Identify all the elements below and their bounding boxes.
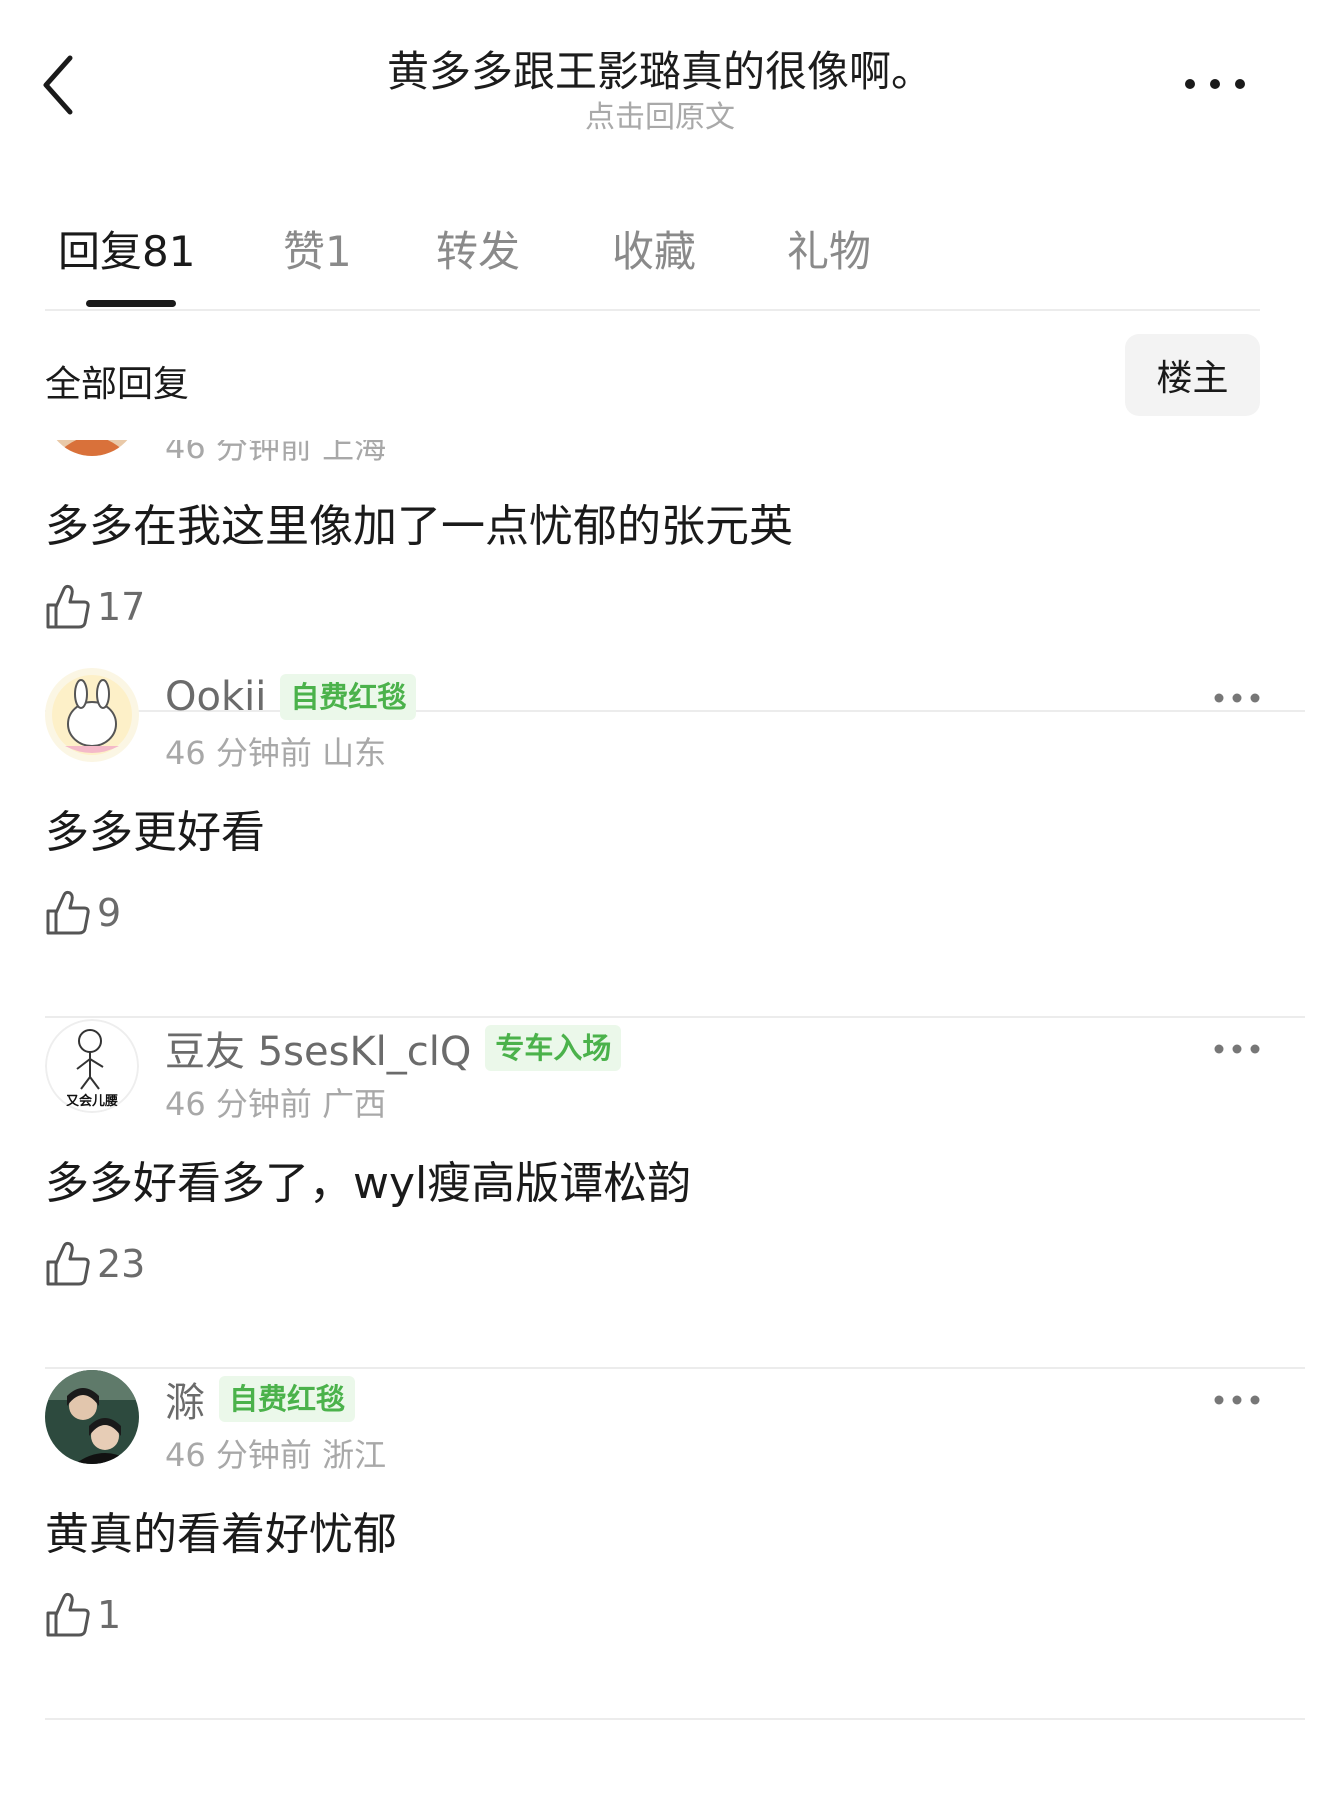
- like-button[interactable]: 17: [45, 582, 145, 632]
- like-button[interactable]: 9: [45, 888, 121, 938]
- comment-meta: 46 分钟前 浙江: [165, 1436, 387, 1474]
- comment-meta: 46 分钟前 广西: [165, 1085, 387, 1123]
- like-button[interactable]: 1: [45, 1590, 121, 1640]
- back-to-original-link[interactable]: 点击回原文: [400, 92, 920, 136]
- avatar-caption: 又会儿腰: [65, 1093, 118, 1109]
- like-count: 1: [97, 1593, 122, 1637]
- username[interactable]: 豆友 5sesKl_clQ: [165, 1019, 471, 1077]
- comment-text: 多多更好看: [45, 807, 265, 858]
- more-options-icon[interactable]: [1180, 64, 1250, 104]
- comment-item: 滁 自费红毯 46 分钟前 浙江 黄真的看着好忧郁 1: [0, 1370, 1320, 1723]
- user-badge: 专车入场: [485, 1025, 622, 1071]
- tab-bar: 回复81 赞1 转发 收藏 礼物: [0, 200, 1320, 308]
- tabs-divider: [45, 309, 1260, 311]
- user-avatar[interactable]: [45, 1370, 139, 1464]
- comment-divider: [45, 1367, 1305, 1369]
- tab-favorites[interactable]: 收藏: [612, 218, 696, 279]
- name-row: 滁 自费红毯: [165, 1370, 356, 1428]
- tab-replies[interactable]: 回复81: [58, 218, 195, 279]
- thumbs-up-icon: [46, 890, 90, 935]
- comment-item: 又会儿腰 豆友 5sesKl_clQ 专车入场 46 分钟前 广西 多多好看多了…: [0, 1019, 1320, 1372]
- comment-more-icon[interactable]: [1212, 1390, 1262, 1410]
- username[interactable]: 滁: [165, 1370, 205, 1428]
- post-title: 黄多多跟王影璐真的很像啊。: [386, 47, 933, 96]
- thumbs-up-icon: [46, 1592, 90, 1637]
- comment-item: Ookii 自费红毯 46 分钟前 山东 多多更好看 9: [0, 668, 1320, 1021]
- comment-meta: 46 分钟前 上海: [165, 440, 387, 466]
- active-tab-indicator: [86, 300, 176, 307]
- name-row: Ookii 自费红毯: [165, 670, 417, 724]
- nav-header: 黄多多跟王影璐真的很像啊。 点击回原文: [0, 0, 1320, 160]
- comment-divider: [45, 1016, 1305, 1018]
- thumbs-up-icon: [46, 1241, 90, 1286]
- user-avatar[interactable]: [45, 668, 139, 762]
- tab-gifts[interactable]: 礼物: [787, 218, 871, 279]
- user-badge: 自费红毯: [280, 674, 417, 720]
- tab-likes[interactable]: 赞1: [283, 218, 352, 279]
- like-count: 23: [97, 1242, 146, 1286]
- name-row: 豆友 5sesKl_clQ 专车入场: [165, 1019, 622, 1077]
- back-icon[interactable]: [40, 50, 90, 120]
- comment-text: 黄真的看着好忧郁: [45, 1509, 397, 1560]
- comment-text: 多多好看多了，wyl瘦高版谭松韵: [45, 1158, 692, 1209]
- like-button[interactable]: 23: [45, 1239, 145, 1289]
- like-count: 17: [97, 585, 146, 629]
- op-filter-button[interactable]: 楼主: [1125, 334, 1260, 416]
- user-badge: 自费红毯: [219, 1376, 356, 1422]
- user-avatar[interactable]: 又会儿腰: [45, 1019, 139, 1113]
- user-avatar[interactable]: [45, 440, 139, 456]
- username[interactable]: Ookii: [165, 674, 266, 720]
- tab-reposts[interactable]: 转发: [436, 218, 520, 279]
- thumbs-up-icon: [46, 584, 90, 629]
- like-count: 9: [97, 891, 122, 935]
- comment-more-icon[interactable]: [1212, 1039, 1262, 1059]
- comment-more-icon[interactable]: [1212, 688, 1262, 708]
- comment-text: 多多在我这里像加了一点忧郁的张元英: [45, 501, 793, 552]
- comment-list[interactable]: 46 分钟前 上海 多多在我这里像加了一点忧郁的张元英 17 Ookii 自费红…: [0, 440, 1320, 1801]
- comment-meta: 46 分钟前 山东: [165, 734, 387, 772]
- section-title: 全部回复: [45, 364, 190, 405]
- comment-divider: [45, 1718, 1305, 1720]
